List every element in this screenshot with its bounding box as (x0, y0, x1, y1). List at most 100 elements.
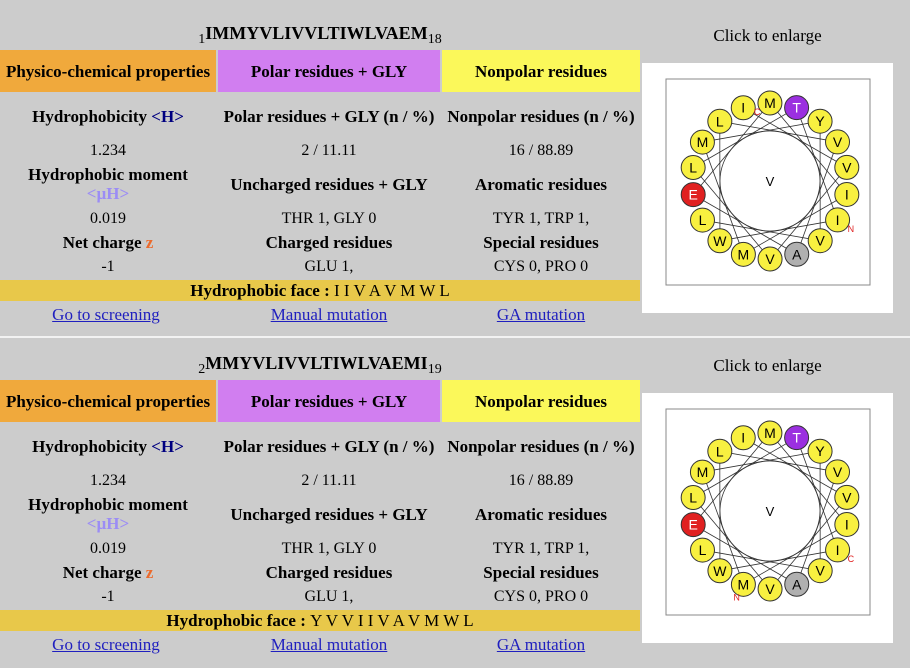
moment-label: Hydrophobic moment <µH> (28, 165, 188, 203)
header-polar: Polar residues + GLY (218, 380, 440, 422)
peptide-entry: 1IMMYVLIVVLTIWLVAEM18 Physico-chemical p… (0, 0, 910, 330)
residue-label: E (689, 187, 698, 203)
uncharged-label: Uncharged residues + GLY (230, 504, 428, 524)
residue-label: L (689, 160, 697, 176)
aromatic-label: Aromatic residues (474, 504, 608, 524)
header-nonpolar: Nonpolar residues (442, 50, 640, 92)
residue-label: M (738, 576, 750, 592)
residue-label: Y (815, 443, 825, 459)
moment-label: Hydrophobic moment <µH> (28, 495, 188, 533)
residue-label: Y (815, 113, 825, 129)
uncharged-label: Uncharged residues + GLY (230, 174, 428, 194)
residue-label: L (716, 113, 724, 129)
charged-label: Charged residues (265, 562, 393, 582)
residue-label: M (697, 134, 709, 150)
manual-mutation-link[interactable]: Manual mutation (218, 635, 440, 655)
residue-label: V (833, 134, 843, 150)
residue-label: M (764, 425, 776, 441)
residue-label: V (816, 233, 826, 249)
residue-label: I (836, 542, 840, 558)
netcharge-symbol: z (145, 232, 154, 252)
residue-label: V (765, 581, 775, 597)
uncharged-value: THR 1, GLY 0 (281, 539, 377, 557)
helical-wheel[interactable]: VIMTYVVIIVAVMWLELMLCN (642, 393, 893, 643)
residue-label: T (792, 100, 801, 116)
hydrophobic-face-value: I I V A V M W L (333, 281, 450, 300)
header-physchem: Physico-chemical properties (0, 50, 216, 92)
residue-label: I (741, 100, 745, 116)
header-polar: Polar residues + GLY (218, 50, 440, 92)
residue-label: V (833, 464, 843, 480)
aromatic-value: TYR 1, TRP 1, (492, 209, 590, 227)
hydrophobic-face-value: Y V V I I V A V M W L (310, 611, 474, 630)
moment-value: 0.019 (90, 209, 126, 227)
polar-count-label: Polar residues + GLY (n / %) (223, 106, 435, 126)
residue-label: V (816, 563, 826, 579)
sequence-title: 1IMMYVLIVVLTIWLVAEM18 (198, 23, 442, 47)
polar-count-value: 2 / 11.11 (301, 141, 357, 159)
residue-label: V (842, 489, 852, 505)
residue-label: M (764, 95, 776, 111)
residue-label: T (792, 430, 801, 446)
residue-label: L (699, 542, 707, 558)
netcharge-symbol: z (145, 562, 154, 582)
netcharge-label: Net charge z (62, 232, 154, 252)
residue-label: V (842, 159, 852, 175)
nonpolar-count-label: Nonpolar residues (n / %) (447, 436, 635, 456)
hydrophobicity-value: 1.234 (90, 471, 126, 489)
header-nonpolar: Nonpolar residues (442, 380, 640, 422)
nonpolar-count-value: 16 / 88.89 (508, 471, 574, 489)
ga-mutation-link[interactable]: GA mutation (442, 305, 640, 325)
click-to-enlarge: Click to enlarge (713, 356, 822, 375)
c-terminus-marker: C (754, 107, 761, 117)
sequence-title: 2MMYVLIVVLTIWLVAEMI19 (198, 353, 442, 377)
go-to-screening-link[interactable]: Go to screening (0, 635, 212, 655)
hydrophobicity-label: Hydrophobicity <H> (32, 106, 184, 126)
residue-label: M (697, 464, 709, 480)
special-label: Special residues (483, 562, 599, 582)
residue-label: I (845, 516, 849, 532)
hydrophobicity-label: Hydrophobicity <H> (32, 436, 184, 456)
residue-label: L (716, 443, 724, 459)
hydrophobicity-symbol: <H> (151, 106, 184, 126)
netcharge-value: -1 (101, 587, 115, 605)
ga-mutation-link[interactable]: GA mutation (442, 635, 640, 655)
nonpolar-count-label: Nonpolar residues (n / %) (447, 106, 635, 126)
uncharged-value: THR 1, GLY 0 (281, 209, 377, 227)
residue-label: L (699, 212, 707, 228)
charged-value: GLU 1, (304, 587, 354, 605)
peptide-entry: 2MMYVLIVVLTIWLVAEMI19 Physico-chemical p… (0, 330, 910, 660)
n-terminus-marker: N (733, 592, 740, 602)
aromatic-label: Aromatic residues (474, 174, 608, 194)
residue-label: M (738, 246, 750, 262)
special-value: CYS 0, PRO 0 (493, 257, 589, 275)
moment-value: 0.019 (90, 539, 126, 557)
netcharge-label: Net charge z (62, 562, 154, 582)
helical-wheel[interactable]: VIMTYVVIIVAVMWLELMLNC (642, 63, 893, 313)
polar-count-label: Polar residues + GLY (n / %) (223, 436, 435, 456)
residue-label: L (689, 490, 697, 506)
residue-label: V (765, 251, 775, 267)
hydrophobic-face: Hydrophobic face : I I V A V M W L (0, 280, 640, 301)
residue-label: A (792, 576, 802, 592)
special-value: CYS 0, PRO 0 (493, 587, 589, 605)
charged-value: GLU 1, (304, 257, 354, 275)
go-to-screening-link[interactable]: Go to screening (0, 305, 212, 325)
helical-wheel-svg: VI M TYVVIIVAVMWLELMLCN (665, 408, 871, 616)
special-label: Special residues (483, 232, 599, 252)
residue-label: W (713, 563, 727, 579)
c-terminus-marker: C (848, 554, 855, 564)
nonpolar-count-value: 16 / 88.89 (508, 141, 574, 159)
charged-label: Charged residues (265, 232, 393, 252)
entry-separator (0, 336, 910, 338)
residue-label: I (845, 186, 849, 202)
netcharge-value: -1 (101, 257, 115, 275)
residue-label: I (836, 212, 840, 228)
manual-mutation-link[interactable]: Manual mutation (218, 305, 440, 325)
hydrophobicity-symbol: <H> (151, 436, 184, 456)
hydrophobic-face: Hydrophobic face : Y V V I I V A V M W L (0, 610, 640, 631)
polar-count-value: 2 / 11.11 (301, 471, 357, 489)
header-physchem: Physico-chemical properties (0, 380, 216, 422)
wheel-center-mark: V (766, 174, 775, 189)
helical-wheel-svg: VI M TYVVIIVAVMWLELMLNC (665, 78, 871, 286)
